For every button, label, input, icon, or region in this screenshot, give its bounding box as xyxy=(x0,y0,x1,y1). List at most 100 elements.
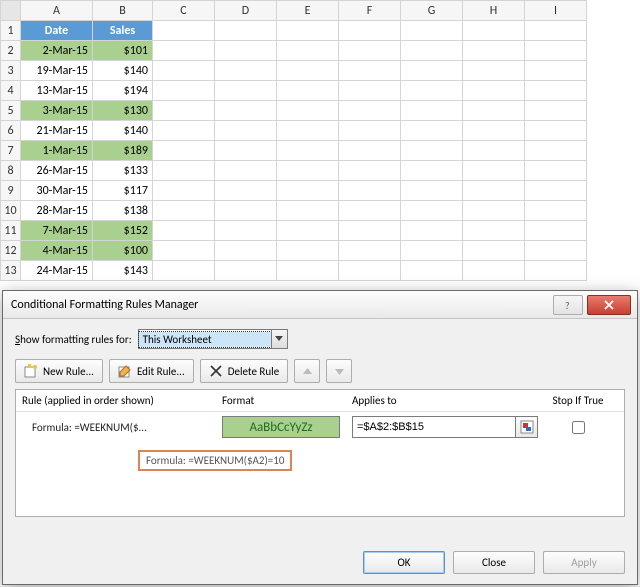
cell[interactable] xyxy=(401,61,463,81)
cell[interactable] xyxy=(339,221,401,241)
delete-rule-button[interactable]: Delete Rule xyxy=(200,359,288,383)
cell[interactable] xyxy=(525,41,587,61)
cell[interactable] xyxy=(277,61,339,81)
cell[interactable] xyxy=(525,141,587,161)
cell[interactable] xyxy=(463,261,525,281)
cell[interactable] xyxy=(401,221,463,241)
applies-to-input[interactable] xyxy=(352,416,516,438)
cell[interactable] xyxy=(153,201,215,221)
cell[interactable] xyxy=(463,201,525,221)
cell[interactable] xyxy=(215,241,277,261)
cell[interactable] xyxy=(153,221,215,241)
cell[interactable] xyxy=(525,121,587,141)
row-header[interactable]: 7 xyxy=(1,141,21,161)
cell[interactable] xyxy=(215,101,277,121)
rule-row[interactable]: Formula: =WEEKNUM($... AaBbCcYyZz xyxy=(16,412,624,442)
cell[interactable] xyxy=(401,161,463,181)
cell[interactable]: 28-Mar-15 xyxy=(21,201,93,221)
stop-if-true-checkbox[interactable] xyxy=(572,421,585,434)
cell[interactable]: 24-Mar-15 xyxy=(21,261,93,281)
cell[interactable] xyxy=(401,21,463,41)
cell[interactable] xyxy=(277,121,339,141)
spreadsheet-grid[interactable]: A B C D E F G H I 1 Date Sales 22-Mar-15… xyxy=(0,0,587,281)
cell[interactable] xyxy=(401,181,463,201)
cell[interactable] xyxy=(277,181,339,201)
cell[interactable] xyxy=(153,141,215,161)
cell[interactable]: $140 xyxy=(93,61,153,81)
row-header[interactable]: 12 xyxy=(1,241,21,261)
cell[interactable] xyxy=(463,241,525,261)
cell[interactable] xyxy=(153,21,215,41)
cell[interactable]: 2-Mar-15 xyxy=(21,41,93,61)
cell[interactable] xyxy=(525,221,587,241)
cell[interactable] xyxy=(525,261,587,281)
row-header[interactable]: 13 xyxy=(1,261,21,281)
cell[interactable] xyxy=(215,21,277,41)
cell[interactable] xyxy=(215,221,277,241)
cell[interactable] xyxy=(215,201,277,221)
cell[interactable] xyxy=(463,41,525,61)
cell[interactable]: $117 xyxy=(93,181,153,201)
cell[interactable]: $100 xyxy=(93,241,153,261)
cell[interactable] xyxy=(401,101,463,121)
range-picker-button[interactable] xyxy=(516,416,538,438)
row-header[interactable]: 3 xyxy=(1,61,21,81)
cell[interactable] xyxy=(463,141,525,161)
cell[interactable]: $194 xyxy=(93,81,153,101)
col-header-C[interactable]: C xyxy=(153,1,215,21)
cell[interactable]: $140 xyxy=(93,121,153,141)
cell[interactable] xyxy=(463,81,525,101)
cell[interactable] xyxy=(525,61,587,81)
cell[interactable] xyxy=(525,241,587,261)
cell[interactable] xyxy=(153,101,215,121)
cell[interactable] xyxy=(215,81,277,101)
cell[interactable]: 19-Mar-15 xyxy=(21,61,93,81)
cell[interactable] xyxy=(463,181,525,201)
window-close-button[interactable] xyxy=(587,295,631,315)
cell[interactable] xyxy=(277,201,339,221)
cell[interactable] xyxy=(277,261,339,281)
new-rule-button[interactable]: New Rule... xyxy=(15,359,103,383)
col-header-A[interactable]: A xyxy=(21,1,93,21)
col-header-D[interactable]: D xyxy=(215,1,277,21)
help-button[interactable]: ? xyxy=(553,295,583,315)
cell[interactable] xyxy=(401,261,463,281)
cell[interactable] xyxy=(153,261,215,281)
cell[interactable]: 1-Mar-15 xyxy=(21,141,93,161)
cell[interactable] xyxy=(153,241,215,261)
cell[interactable] xyxy=(463,101,525,121)
move-up-button[interactable] xyxy=(294,359,320,383)
cell[interactable]: $138 xyxy=(93,201,153,221)
cell[interactable]: $101 xyxy=(93,41,153,61)
cell[interactable] xyxy=(401,121,463,141)
cell[interactable]: $133 xyxy=(93,161,153,181)
apply-button[interactable]: Apply xyxy=(543,551,625,574)
cell[interactable] xyxy=(277,21,339,41)
cell[interactable] xyxy=(525,21,587,41)
col-header-F[interactable]: F xyxy=(339,1,401,21)
cell[interactable] xyxy=(339,201,401,221)
row-header[interactable]: 4 xyxy=(1,81,21,101)
cell[interactable] xyxy=(339,61,401,81)
cell[interactable] xyxy=(215,141,277,161)
cell[interactable] xyxy=(525,181,587,201)
cell[interactable] xyxy=(215,41,277,61)
cell[interactable] xyxy=(215,121,277,141)
cell[interactable] xyxy=(215,161,277,181)
cell[interactable] xyxy=(215,261,277,281)
scope-combobox[interactable]: This Worksheet xyxy=(138,329,288,349)
row-header[interactable]: 2 xyxy=(1,41,21,61)
cell[interactable]: 26-Mar-15 xyxy=(21,161,93,181)
cell[interactable] xyxy=(525,161,587,181)
cell[interactable] xyxy=(277,161,339,181)
cell[interactable]: $143 xyxy=(93,261,153,281)
cell[interactable]: 3-Mar-15 xyxy=(21,101,93,121)
cell[interactable] xyxy=(525,201,587,221)
cell[interactable] xyxy=(339,161,401,181)
cell[interactable] xyxy=(463,161,525,181)
cell[interactable]: $189 xyxy=(93,141,153,161)
row-header[interactable]: 6 xyxy=(1,121,21,141)
cell[interactable] xyxy=(339,261,401,281)
cell[interactable]: 7-Mar-15 xyxy=(21,221,93,241)
cell[interactable] xyxy=(463,121,525,141)
